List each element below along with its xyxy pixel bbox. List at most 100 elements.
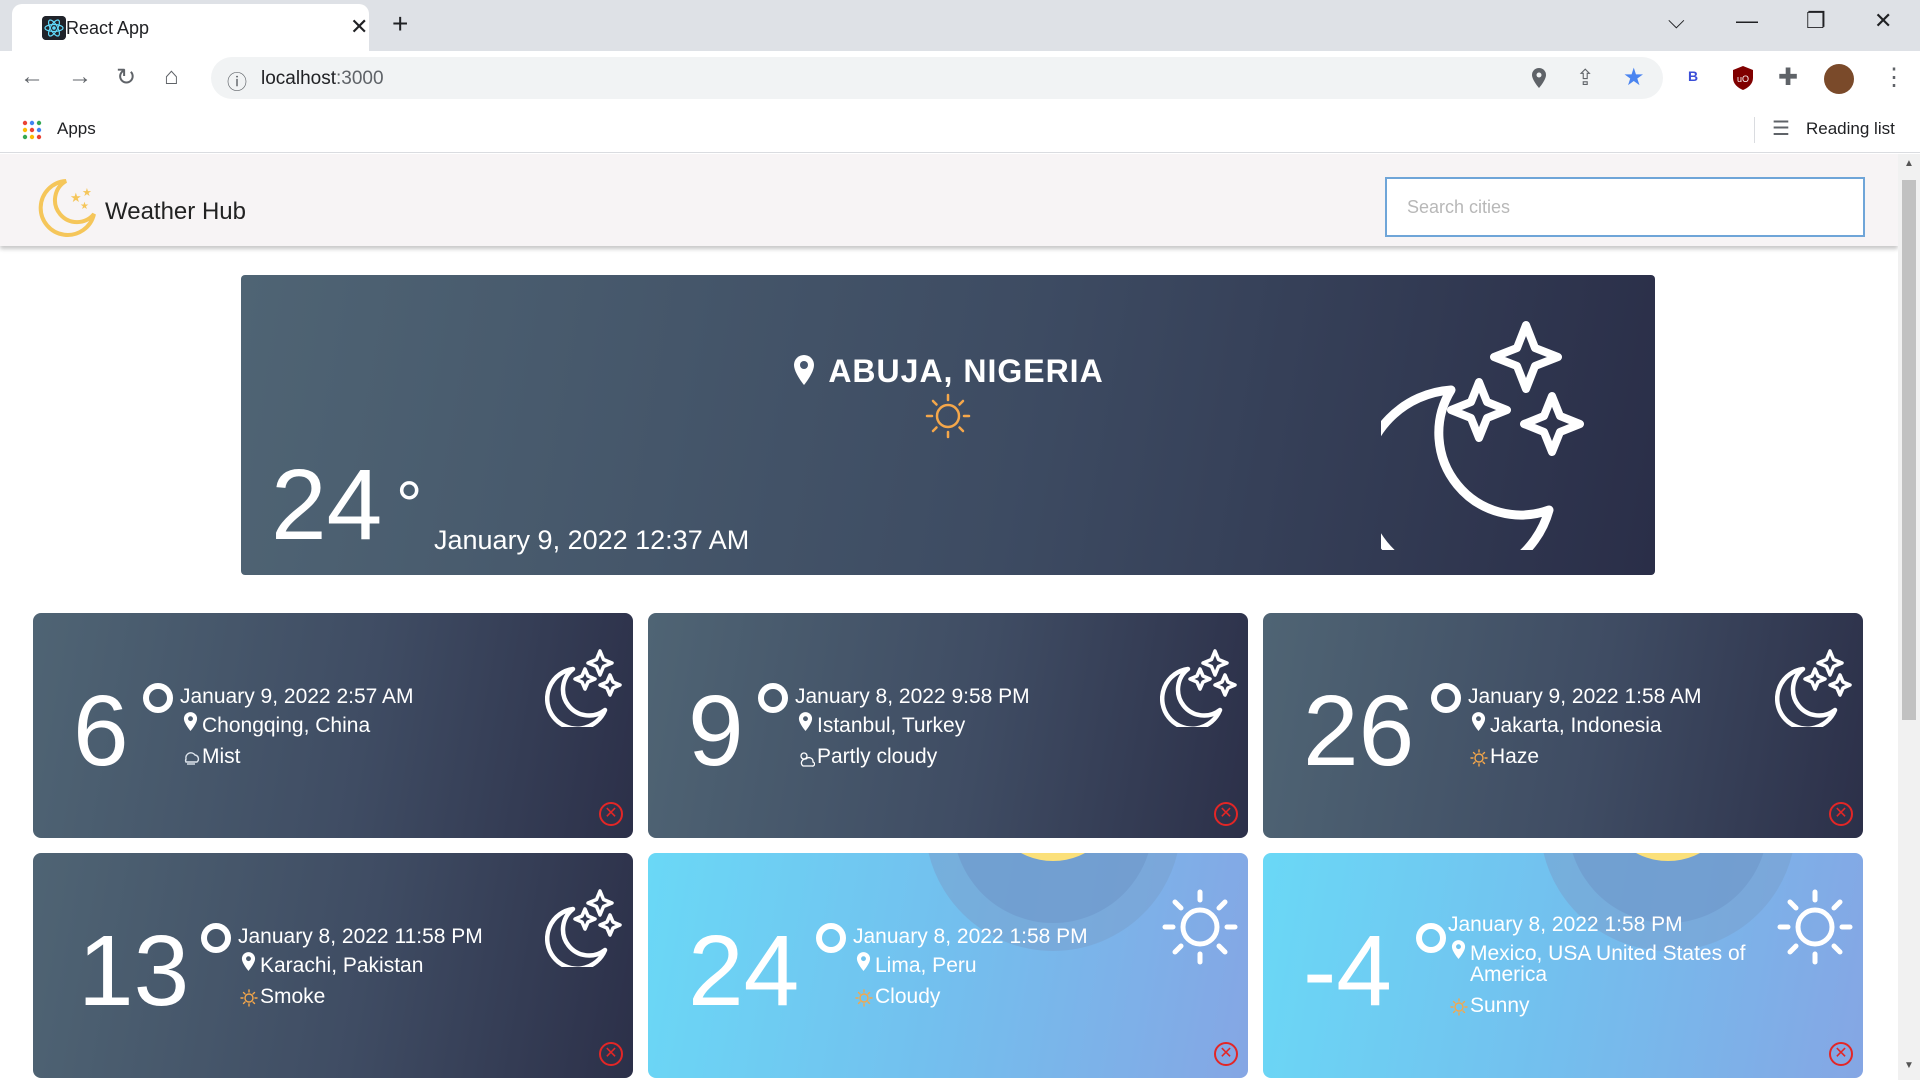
remove-city-button[interactable]: ✕: [1214, 802, 1238, 826]
ublock-icon[interactable]: uO: [1731, 65, 1755, 91]
scroll-down-icon[interactable]: ▼: [1904, 1060, 1914, 1071]
bookmark-star-icon[interactable]: ★: [1623, 63, 1645, 92]
url-host: localhost: [261, 68, 336, 89]
city-weather-card: -4 January 8, 2022 1:58 PM Mexico, USA Uni…: [1263, 853, 1863, 1078]
apps-bookmark[interactable]: Apps: [57, 119, 96, 139]
remove-city-button[interactable]: ✕: [1829, 1042, 1853, 1066]
moon-stars-icon: [545, 649, 622, 727]
card-temperature: 24: [688, 915, 800, 1027]
card-date: January 9, 2022 2:57 AM: [180, 685, 414, 708]
card-city: Karachi, Pakistan: [260, 954, 424, 977]
search-cities-input[interactable]: [1385, 177, 1865, 237]
browser-toolbar: ← → ↻ ⌂ ⓘ localhost:3000 ⇪ ★ B uO ✚ ⋮: [0, 51, 1920, 107]
card-temperature: 6: [73, 675, 129, 787]
back-icon[interactable]: ←: [20, 63, 44, 91]
extension-b-icon[interactable]: B: [1688, 68, 1698, 84]
tab-close-icon[interactable]: ✕: [350, 14, 368, 40]
app-header: ★ ★ ★ Weather Hub: [0, 154, 1898, 246]
card-date: January 8, 2022 1:58 PM: [1448, 913, 1683, 936]
tab-search-icon[interactable]: ⌵: [1668, 8, 1685, 34]
moon-stars-icon: [545, 889, 622, 967]
card-date: January 8, 2022 11:58 PM: [238, 925, 483, 948]
partly-cloudy-icon: [800, 752, 815, 767]
card-condition: Sunny: [1470, 994, 1530, 1017]
scroll-thumb[interactable]: [1902, 180, 1916, 720]
card-date: January 8, 2022 1:58 PM: [853, 925, 1088, 948]
card-degree-symbol: [758, 683, 788, 713]
card-condition: Smoke: [260, 985, 326, 1008]
reload-icon[interactable]: ↻: [116, 63, 136, 92]
extensions-puzzle-icon[interactable]: ✚: [1778, 63, 1798, 92]
location-pin-icon: [794, 354, 815, 385]
sunny-icon: [1450, 998, 1468, 1016]
new-tab-icon[interactable]: +: [392, 8, 408, 40]
smoke-icon: [240, 989, 258, 1007]
location-pin-icon: [1451, 940, 1466, 959]
sun-icon: [1777, 889, 1853, 965]
remove-city-button[interactable]: ✕: [1829, 802, 1853, 826]
app-title: Weather Hub: [105, 198, 246, 225]
page-scrollbar[interactable]: ▲ ▼: [1898, 154, 1920, 1080]
bookmarks-divider: [1754, 117, 1755, 143]
tab-title: React App: [66, 18, 150, 38]
location-pin-icon: [856, 952, 871, 971]
minimize-icon[interactable]: —: [1736, 8, 1758, 34]
scroll-up-icon[interactable]: ▲: [1904, 158, 1914, 169]
card-degree-symbol: [1431, 683, 1461, 713]
restore-icon[interactable]: ❐: [1806, 8, 1826, 34]
card-degree-symbol: [1416, 923, 1446, 953]
reading-list-button[interactable]: Reading list: [1806, 119, 1895, 139]
hero-degree-symbol: °: [396, 467, 423, 541]
url-text: localhost:3000: [261, 68, 384, 90]
info-icon[interactable]: ⓘ: [227, 66, 247, 95]
card-date: January 9, 2022 1:58 AM: [1468, 685, 1702, 708]
card-city: Lima, Peru: [875, 954, 977, 977]
browser-tab[interactable]: React App ✕: [12, 4, 369, 51]
mist-icon: [184, 752, 200, 765]
moon-stars-icon: [1160, 649, 1237, 727]
remove-city-button[interactable]: ✕: [599, 802, 623, 826]
location-pin-icon: [241, 952, 256, 971]
card-date: January 8, 2022 9:58 PM: [795, 685, 1030, 708]
moon-stars-icon: [1775, 649, 1852, 727]
bookmarks-bar: Apps ☰ Reading list: [0, 107, 1920, 153]
profile-avatar[interactable]: [1824, 64, 1854, 94]
hero-city: ABUJA, NIGERIA: [828, 353, 1104, 389]
cloudy-icon: [855, 989, 873, 1007]
card-city: Chongqing, China: [202, 714, 371, 737]
hero-datetime: January 9, 2022 12:37 AM: [434, 525, 750, 555]
location-icon[interactable]: [1529, 67, 1549, 89]
location-pin-icon: [183, 712, 198, 731]
card-condition: Partly cloudy: [817, 745, 938, 768]
close-window-icon[interactable]: ✕: [1874, 8, 1892, 34]
card-city: Mexico, USA United States of America: [1470, 942, 1746, 986]
card-degree-symbol: [201, 923, 231, 953]
card-temperature: -4: [1303, 915, 1392, 1027]
card-degree-symbol: [816, 923, 846, 953]
card-city: Jakarta, Indonesia: [1490, 714, 1662, 737]
card-degree-symbol: [143, 683, 173, 713]
moon-stars-icon: [1381, 321, 1584, 550]
city-weather-card: 6 January 9, 2022 2:57 AM Chongqing, China…: [33, 613, 633, 838]
apps-grid-icon[interactable]: [22, 120, 42, 140]
moon-stars-logo-icon: ★ ★ ★: [38, 179, 96, 237]
browser-tab-bar: React App ✕ + ⌵ — ❐ ✕: [0, 0, 1920, 51]
share-icon[interactable]: ⇪: [1576, 65, 1594, 91]
address-bar[interactable]: ⓘ localhost:3000 ⇪ ★: [211, 57, 1663, 99]
home-icon[interactable]: ⌂: [164, 63, 179, 91]
svg-text:uO: uO: [1737, 74, 1749, 84]
city-weather-card: 9 January 8, 2022 9:58 PM Istanbul, Turkey…: [648, 613, 1248, 838]
forward-icon[interactable]: →: [68, 63, 92, 91]
sun-icon: [1162, 889, 1238, 965]
remove-city-button[interactable]: ✕: [599, 1042, 623, 1066]
react-logo-icon: [42, 16, 66, 40]
menu-kebab-icon[interactable]: ⋮: [1882, 63, 1906, 92]
card-temperature: 9: [688, 675, 744, 787]
hero-weather-card: ABUJA, NIGERIA 24 ° January 9, 2022 12:3…: [241, 275, 1655, 575]
svg-text:★: ★: [80, 201, 89, 212]
remove-city-button[interactable]: ✕: [1214, 1042, 1238, 1066]
location-pin-icon: [798, 712, 813, 731]
reading-list-icon[interactable]: ☰: [1772, 116, 1790, 141]
card-condition: Mist: [202, 745, 241, 768]
card-temperature: 26: [1303, 675, 1415, 787]
